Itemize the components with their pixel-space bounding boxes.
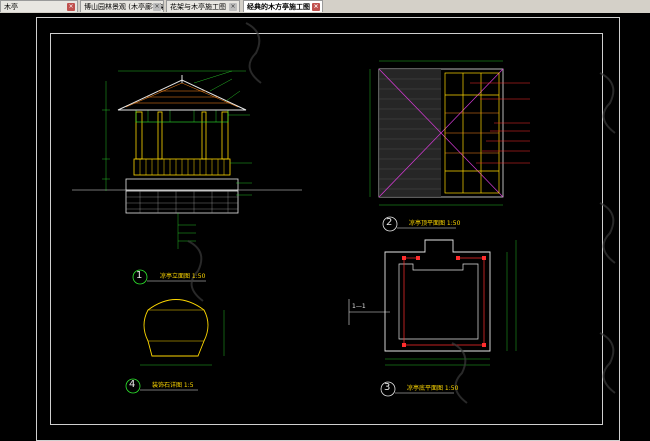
view-1-title: 凉亭立面图 1:50 [160, 273, 206, 280]
tab-bar: 木亭 × 博山园林景观 (木亭廊花架 × 花架与木亭施工图 × 经典的木方亭施工… [0, 0, 650, 14]
close-icon[interactable]: × [153, 3, 161, 11]
pavilion-elevation-drawing [72, 22, 616, 404]
section-marker: 1—1 [352, 303, 366, 310]
view-2-title: 凉亭顶平面图 1:50 [409, 220, 461, 227]
view-1-number: 1 [136, 270, 143, 281]
tab-muting[interactable]: 木亭 × [0, 0, 78, 12]
tab-label: 木亭 [4, 3, 18, 11]
close-icon[interactable]: × [229, 3, 237, 11]
drawing-canvas[interactable]: 1 凉亭立面图 1:50 2 凉亭顶平面图 1:50 3 凉亭底平面图 1:50… [0, 13, 650, 441]
tab-label: 花架与木亭施工图 [170, 3, 226, 11]
tab-label: 经典的木方亭施工图 [247, 3, 310, 11]
view-4-number: 4 [129, 379, 136, 390]
view-3-title: 凉亭底平面图 1:50 [407, 385, 459, 392]
view-4-title: 装饰石详图 1:5 [152, 382, 194, 389]
view-3-number: 3 [384, 382, 391, 393]
tab-classic-pavilion[interactable]: 经典的木方亭施工图 × [243, 0, 323, 12]
tab-boshan[interactable]: 博山园林景观 (木亭廊花架 × [80, 0, 164, 12]
tab-huajia[interactable]: 花架与木亭施工图 × [166, 0, 240, 12]
tab-label: 博山园林景观 (木亭廊花架 [84, 3, 164, 11]
close-icon[interactable]: × [312, 3, 320, 11]
view-2-number: 2 [386, 217, 393, 228]
close-icon[interactable]: × [67, 3, 75, 11]
